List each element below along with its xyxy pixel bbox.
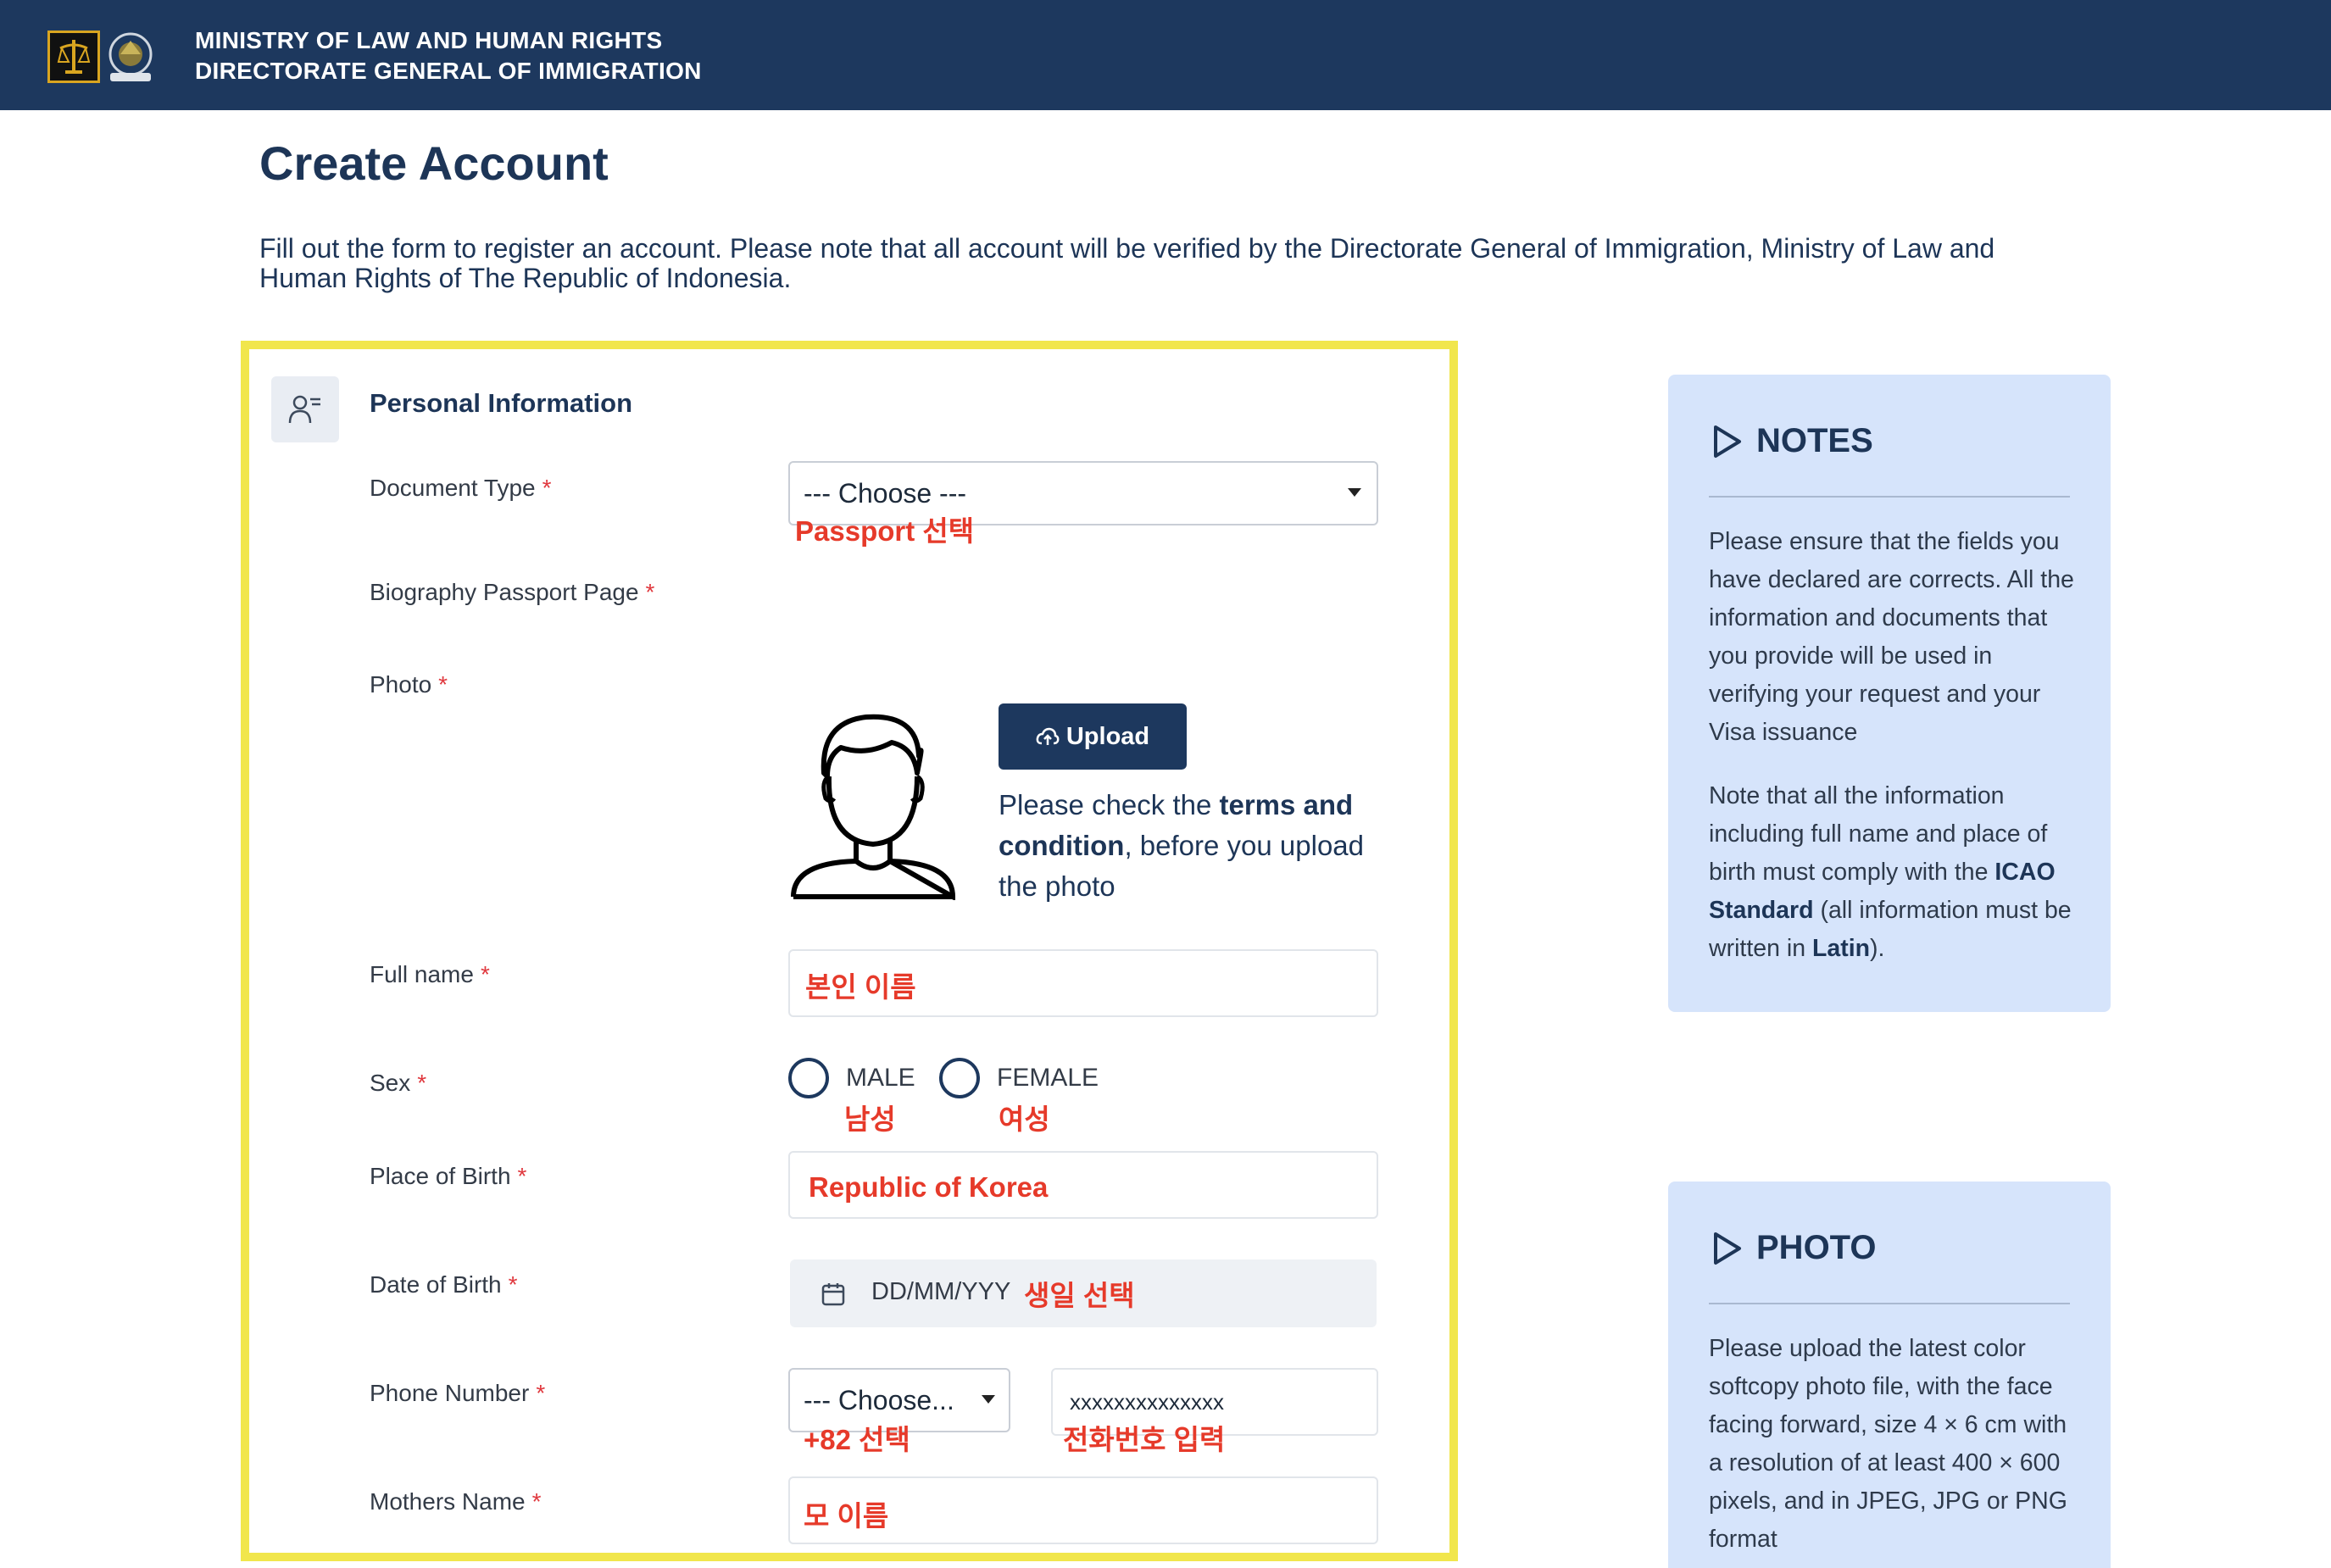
notes-panel: NOTES Please ensure that the fields you …	[1668, 375, 2111, 1012]
upload-button[interactable]: Upload	[999, 703, 1187, 770]
phone-number-label: Phone Number *	[370, 1380, 545, 1407]
annotation-phone-code: +82 선택	[804, 1424, 910, 1455]
annotation-full-name: 본인 이름	[805, 971, 916, 1003]
label-text: Photo	[370, 671, 432, 698]
section-title: Personal Information	[370, 388, 633, 418]
terms-text-pre: Please check the	[999, 789, 1220, 820]
ministry-logo-icon	[47, 31, 100, 83]
sex-female-radio[interactable]	[939, 1058, 980, 1098]
label-text: Document Type	[370, 475, 536, 501]
notes-title: NOTES	[1756, 422, 1873, 459]
label-text: Sex	[370, 1070, 411, 1096]
select-value: --- Choose...	[804, 1384, 954, 1415]
sex-male-radio[interactable]	[788, 1058, 829, 1098]
play-triangle-icon	[1714, 425, 1741, 458]
label-text: Biography Passport Page	[370, 579, 639, 605]
biography-page-label: Biography Passport Page *	[370, 579, 654, 606]
page-title: Create Account	[259, 136, 609, 190]
avatar-placeholder-icon	[790, 705, 956, 902]
phone-number-value: xxxxxxxxxxxxxx	[1070, 1388, 1224, 1415]
sex-female-label: FEMALE	[997, 1064, 1099, 1092]
sex-label: Sex *	[370, 1070, 426, 1097]
notes-body: Please ensure that the fields you have d…	[1709, 523, 2082, 968]
date-placeholder: DD/MM/YYY	[871, 1278, 1011, 1305]
required-mark: *	[417, 1070, 427, 1096]
caret-down-icon	[982, 1395, 995, 1404]
photo-notes-panel: PHOTO Please upload the latest color sof…	[1668, 1182, 2111, 1568]
annotation-document-type: Passport 선택	[795, 515, 975, 547]
cloud-upload-icon	[1036, 727, 1060, 745]
label-text: Date of Birth	[370, 1271, 502, 1298]
photo-notes-title: PHOTO	[1756, 1229, 1877, 1266]
annotation-male: 남성	[844, 1104, 896, 1135]
required-mark: *	[508, 1271, 518, 1298]
caret-down-icon	[1348, 488, 1361, 497]
notes-divider	[1709, 496, 2070, 498]
org-line-2: DIRECTORATE GENERAL OF IMMIGRATION	[195, 58, 702, 84]
required-mark: *	[542, 475, 552, 501]
required-mark: *	[438, 671, 448, 698]
top-header-bar: MINISTRY OF LAW AND HUMAN RIGHTS DIRECTO…	[0, 0, 2331, 110]
organization-name: MINISTRY OF LAW AND HUMAN RIGHTS DIRECTO…	[195, 25, 702, 86]
label-text: Mothers Name	[370, 1488, 526, 1515]
annotation-mothers-name: 모 이름	[804, 1500, 889, 1532]
annotation-phone-number: 전화번호 입력	[1063, 1424, 1226, 1455]
calendar-icon	[821, 1283, 845, 1306]
full-name-label: Full name *	[370, 961, 490, 988]
photo-notes-body: Please upload the latest color softcopy …	[1709, 1335, 2067, 1553]
required-mark: *	[480, 961, 490, 987]
document-type-label: Document Type *	[370, 475, 552, 502]
immigration-emblem-icon	[102, 29, 159, 85]
label-text: Phone Number	[370, 1380, 530, 1406]
photo-notes-heading: PHOTO	[1712, 1229, 1877, 1267]
annotation-female: 여성	[999, 1104, 1050, 1135]
org-line-1: MINISTRY OF LAW AND HUMAN RIGHTS	[195, 27, 663, 53]
notes-paragraph-2: Note that all the information including …	[1709, 777, 2082, 968]
place-of-birth-label: Place of Birth *	[370, 1163, 526, 1190]
notes-paragraph-1: Please ensure that the fields you have d…	[1709, 528, 2074, 746]
sex-male-label: MALE	[846, 1064, 915, 1092]
mothers-name-label: Mothers Name *	[370, 1488, 542, 1515]
required-mark: *	[536, 1380, 546, 1406]
annotation-place-of-birth: Republic of Korea	[809, 1171, 1049, 1203]
play-triangle-icon	[1714, 1232, 1741, 1265]
user-list-icon	[271, 376, 339, 442]
photo-notes-divider	[1709, 1303, 2070, 1304]
intro-text: Fill out the form to register an account…	[259, 233, 1995, 293]
date-of-birth-label: Date of Birth *	[370, 1271, 518, 1298]
photo-terms-text: Please check the terms and condition, be…	[999, 785, 1388, 907]
required-mark: *	[517, 1163, 527, 1189]
notes-text: ).	[1870, 935, 1885, 962]
select-value: --- Choose ---	[804, 477, 967, 509]
label-text: Full name	[370, 961, 474, 987]
photo-label: Photo *	[370, 671, 448, 698]
required-mark: *	[531, 1488, 542, 1515]
annotation-date-of-birth: 생일 선택	[1024, 1280, 1135, 1311]
label-text: Place of Birth	[370, 1163, 511, 1189]
required-mark: *	[645, 579, 655, 605]
upload-label: Upload	[1065, 722, 1150, 750]
notes-heading: NOTES	[1712, 422, 1873, 460]
latin-text: Latin	[1811, 935, 1871, 962]
